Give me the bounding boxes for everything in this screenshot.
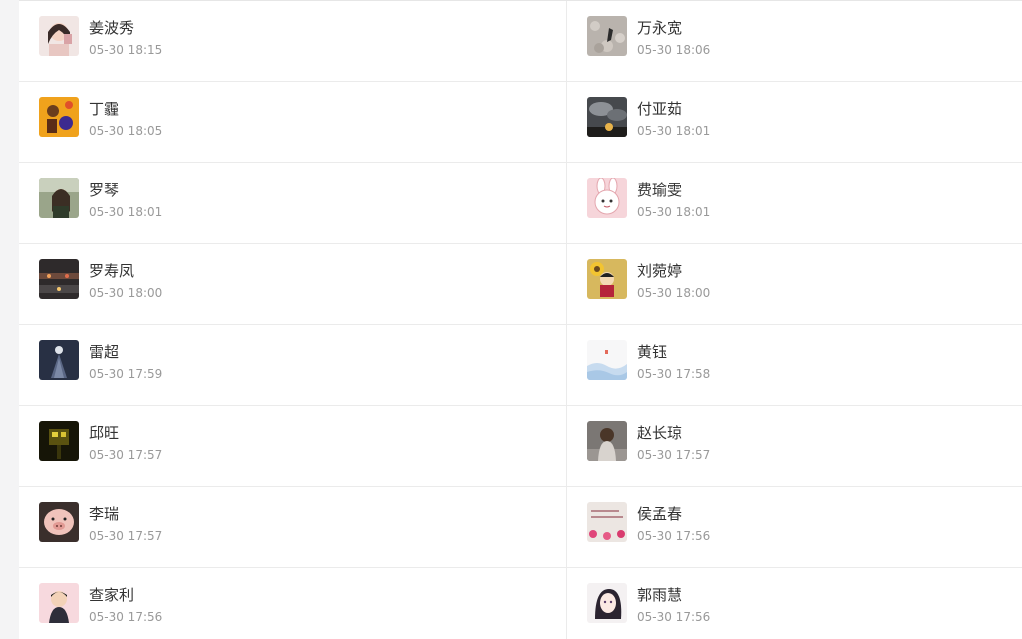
contact-time: 05-30 18:06 [637,43,711,57]
contact-list-panel: 姜波秀 05-30 18:15 万永宽 05-30 18:06 丁霾 05-30… [19,0,1022,639]
avatar[interactable] [39,97,79,137]
avatar[interactable] [39,583,79,623]
contact-name: 罗寿凤 [89,262,135,280]
contact-item[interactable]: 邱旺 05-30 17:57 [19,406,567,487]
avatar[interactable] [587,259,627,299]
avatar[interactable] [39,259,79,299]
contact-item[interactable]: 雷超 05-30 17:59 [19,325,567,406]
contact-item[interactable]: 侯孟春 05-30 17:56 [567,487,1022,568]
contact-name: 姜波秀 [89,19,135,37]
contact-item[interactable]: 丁霾 05-30 18:05 [19,82,567,163]
contact-name: 付亚茹 [637,100,683,118]
contact-name: 赵长琼 [637,424,683,442]
contact-item[interactable]: 查家利 05-30 17:56 [19,568,567,639]
contact-item[interactable]: 费瑜雯 05-30 18:01 [567,163,1022,244]
avatar[interactable] [587,16,627,56]
avatar[interactable] [587,421,627,461]
contact-item[interactable]: 万永宽 05-30 18:06 [567,1,1022,82]
contact-time: 05-30 18:15 [89,43,163,57]
avatar[interactable] [587,583,627,623]
contact-time: 05-30 18:01 [637,124,711,138]
contact-time: 05-30 17:56 [89,610,163,624]
contact-name: 查家利 [89,586,135,604]
contact-name: 李瑞 [89,505,120,523]
contact-name: 罗琴 [89,181,120,199]
contact-item[interactable]: 罗琴 05-30 18:01 [19,163,567,244]
contact-time: 05-30 18:05 [89,124,163,138]
contact-name: 费瑜雯 [637,181,683,199]
avatar[interactable] [39,16,79,56]
avatar[interactable] [39,502,79,542]
avatar[interactable] [587,340,627,380]
avatar[interactable] [587,97,627,137]
avatar[interactable] [39,340,79,380]
page: 姜波秀 05-30 18:15 万永宽 05-30 18:06 丁霾 05-30… [0,0,1022,639]
contact-name: 刘菀婷 [637,262,683,280]
contact-time: 05-30 18:01 [89,205,163,219]
contact-time: 05-30 18:00 [637,286,711,300]
contact-time: 05-30 18:01 [637,205,711,219]
contact-time: 05-30 18:00 [89,286,163,300]
contact-item[interactable]: 付亚茹 05-30 18:01 [567,82,1022,163]
contact-item[interactable]: 姜波秀 05-30 18:15 [19,1,567,82]
contact-time: 05-30 17:59 [89,367,163,381]
avatar[interactable] [39,421,79,461]
contact-time: 05-30 17:56 [637,610,711,624]
contact-grid: 姜波秀 05-30 18:15 万永宽 05-30 18:06 丁霾 05-30… [19,1,1022,639]
contact-time: 05-30 17:56 [637,529,711,543]
contact-name: 郭雨慧 [637,586,683,604]
avatar[interactable] [587,502,627,542]
contact-time: 05-30 17:57 [89,529,163,543]
contact-name: 雷超 [89,343,120,361]
contact-item[interactable]: 黄钰 05-30 17:58 [567,325,1022,406]
contact-name: 黄钰 [637,343,668,361]
contact-time: 05-30 17:57 [89,448,163,462]
contact-time: 05-30 17:58 [637,367,711,381]
avatar[interactable] [39,178,79,218]
contact-name: 万永宽 [637,19,683,37]
contact-name: 邱旺 [89,424,120,442]
contact-item[interactable]: 李瑞 05-30 17:57 [19,487,567,568]
avatar[interactable] [587,178,627,218]
contact-item[interactable]: 罗寿凤 05-30 18:00 [19,244,567,325]
contact-time: 05-30 17:57 [637,448,711,462]
contact-name: 侯孟春 [637,505,683,523]
contact-name: 丁霾 [89,100,120,118]
contact-item[interactable]: 刘菀婷 05-30 18:00 [567,244,1022,325]
contact-item[interactable]: 赵长琼 05-30 17:57 [567,406,1022,487]
contact-item[interactable]: 郭雨慧 05-30 17:56 [567,568,1022,639]
